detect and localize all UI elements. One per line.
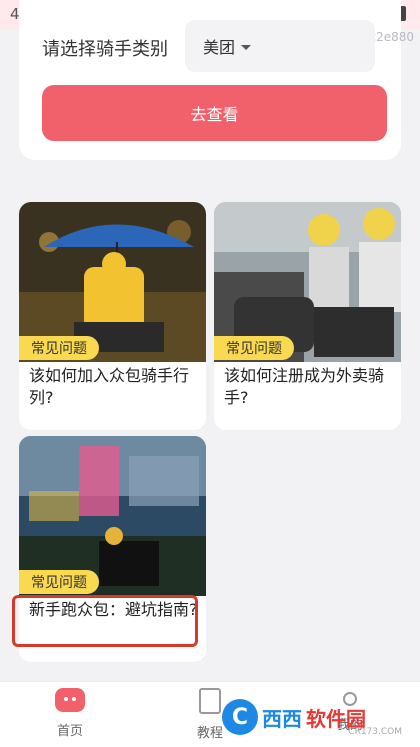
watermark: c2e880 bbox=[369, 30, 414, 44]
article-title: 该如何注册成为外卖骑手? bbox=[224, 366, 385, 407]
rider-category-label: 请选择骑手类别 bbox=[42, 39, 168, 60]
article-tag: 常见问题 bbox=[214, 336, 294, 360]
article-tag: 常见问题 bbox=[19, 336, 99, 360]
article-title: 该如何加入众包骑手行列? bbox=[29, 366, 190, 407]
view-button[interactable]: 去查看 bbox=[42, 85, 387, 141]
watermark-logo: C 西西 软件园 CR173.COM bbox=[222, 697, 402, 737]
caret-down-icon bbox=[241, 44, 252, 50]
book-icon bbox=[199, 688, 221, 714]
logo-url: CR173.COM bbox=[348, 727, 402, 737]
nav-home[interactable]: 首页 bbox=[30, 688, 110, 739]
logo-c-icon: C bbox=[222, 699, 258, 735]
home-icon bbox=[55, 688, 85, 712]
nav-home-label: 首页 bbox=[56, 724, 83, 739]
rider-category-select[interactable]: 美团 bbox=[185, 20, 375, 72]
article-card-2[interactable]: 常见问题 该如何注册成为外卖骑手? bbox=[214, 202, 401, 430]
highlight-box bbox=[12, 595, 198, 647]
article-card-1[interactable]: 常见问题 该如何加入众包骑手行列? bbox=[19, 202, 206, 430]
article-tag: 常见问题 bbox=[19, 570, 99, 594]
logo-brand-a: 西西 bbox=[262, 706, 302, 731]
rider-category-value: 美团 bbox=[203, 38, 236, 57]
